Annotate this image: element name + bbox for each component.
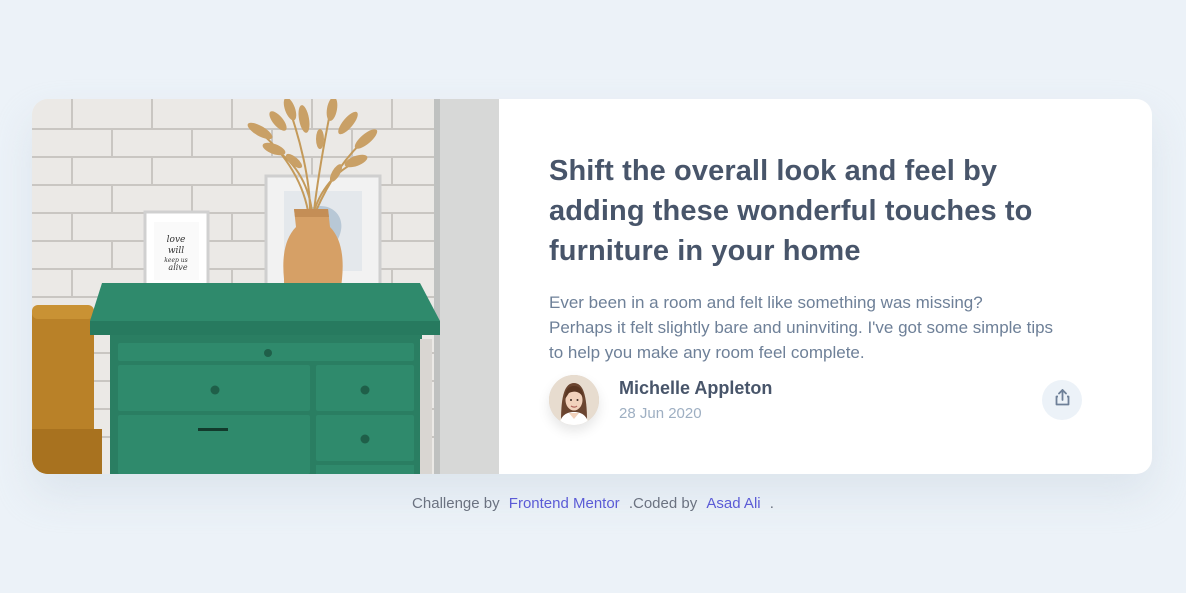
frontend-mentor-link[interactable]: Frontend Mentor (509, 495, 620, 512)
avatar (549, 375, 599, 425)
description-line: Ever been in a room and felt like someth… (549, 293, 983, 312)
article-description: Ever been in a room and felt like someth… (549, 290, 1094, 365)
svg-text:love: love (167, 235, 186, 245)
svg-text:will: will (168, 246, 184, 256)
article-preview-card: love will keep us alive Shift the overal… (32, 99, 1152, 474)
author-info: Michelle Appleton 28 Jun 2020 (619, 376, 772, 424)
attribution-middle: .Coded by (628, 495, 698, 512)
svg-text:alive: alive (168, 263, 187, 272)
attribution-suffix: . (769, 495, 774, 512)
article-title: Shift the overall look and feel by addin… (549, 155, 1033, 267)
share-button[interactable] (1042, 380, 1082, 420)
attribution-prefix: Challenge by (412, 495, 500, 512)
attribution: Challenge by Frontend Mentor .Coded by A… (0, 494, 1186, 514)
description-line: to help you make any room feel complete. (549, 343, 865, 362)
coder-link[interactable]: Asad Ali (706, 495, 760, 512)
article-image: love will keep us alive (32, 99, 499, 474)
drawers-illustration: love will keep us alive (32, 99, 499, 474)
description-line: Perhaps it felt slightly bare and uninvi… (549, 318, 1054, 337)
author-row: Michelle Appleton 28 Jun 2020 (549, 375, 1082, 425)
share-icon (1055, 389, 1070, 411)
publish-date: 28 Jun 2020 (619, 405, 702, 422)
author-name: Michelle Appleton (619, 378, 773, 398)
